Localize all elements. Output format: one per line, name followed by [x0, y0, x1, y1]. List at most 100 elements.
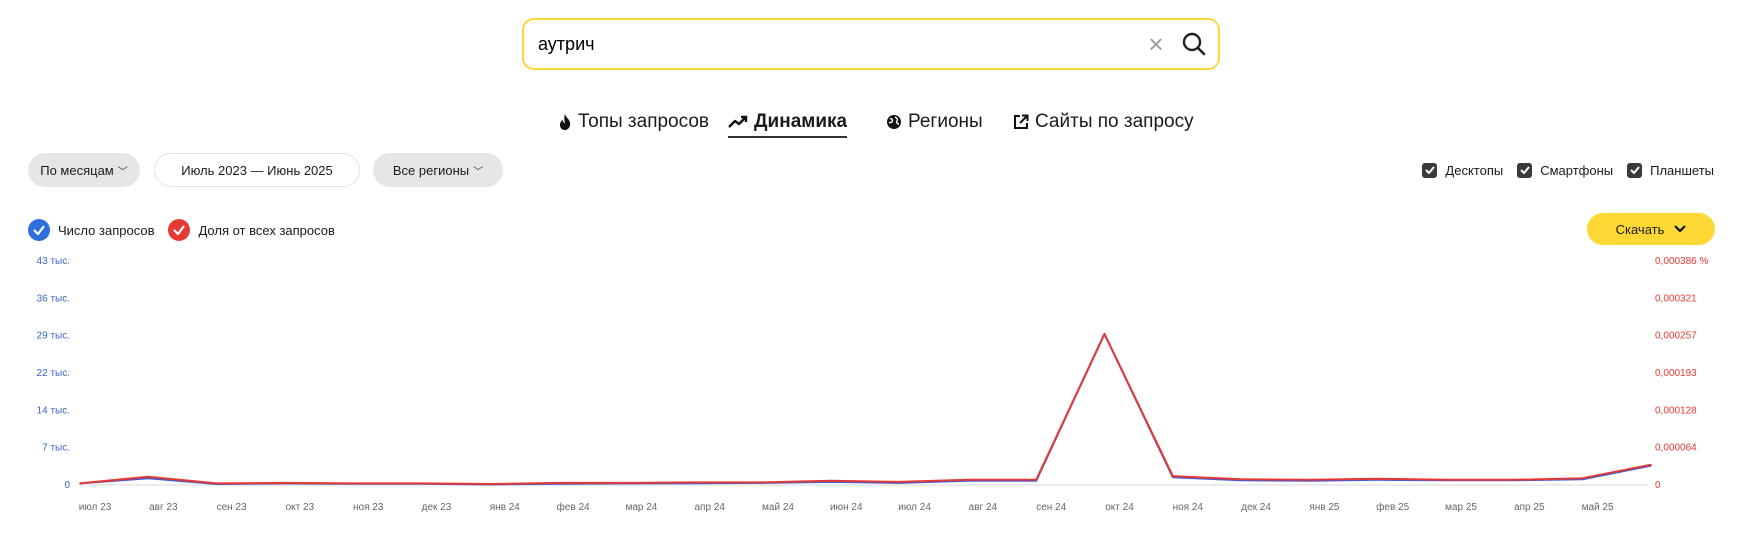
y-tick-right: 0,000193	[1655, 368, 1697, 379]
point-share	[1172, 475, 1174, 477]
y-tick-right: 0,000064	[1655, 443, 1697, 454]
tab-top-queries[interactable]: Топы запросов	[558, 108, 709, 136]
x-tick-label: дек 23	[422, 502, 452, 513]
chevron-down-icon: ﹀	[473, 166, 484, 178]
point-share	[1513, 479, 1516, 481]
download-label: Скачать	[1615, 221, 1665, 237]
tabs-bar: Топы запросов Динамика Регионы Сайты по …	[0, 108, 1744, 138]
point-share	[967, 479, 969, 481]
x-tick-label: июл 24	[898, 502, 931, 513]
point-share	[1445, 479, 1447, 481]
x-tick-label: фев 24	[557, 501, 590, 513]
checkbox-checked-icon	[1422, 162, 1438, 178]
x-tick-label: май 24	[762, 502, 794, 513]
y-tick-left: 14 тыс.	[37, 405, 70, 416]
checkbox-checked-icon	[1517, 162, 1533, 178]
y-tick-right: 0,000386 %	[1655, 256, 1708, 267]
x-tick-label: янв 24	[490, 502, 521, 513]
x-tick-label: июл 23	[79, 502, 112, 513]
date-range-label: Июль 2023 — Июнь 2025	[181, 162, 333, 178]
y-tick-left: 7 тыс.	[42, 443, 70, 454]
trend-icon	[728, 115, 748, 128]
device-smartphone-checkbox[interactable]: Смартфоны	[1517, 162, 1614, 178]
point-share	[693, 481, 696, 484]
point-share	[625, 482, 628, 484]
globe-icon	[887, 115, 901, 129]
y-tick-left: 29 тыс.	[37, 331, 70, 342]
legend-item-share[interactable]: Доля от всех запросов	[168, 219, 335, 241]
external-link-icon	[1014, 114, 1029, 129]
point-share	[898, 481, 901, 483]
device-filters: Десктопы Смартфоны Планшеты	[1422, 160, 1714, 180]
chart-legend: Число запросов Доля от всех запросов	[28, 219, 335, 241]
legend-item-queries[interactable]: Число запросов	[28, 219, 154, 241]
x-tick-label: дек 24	[1241, 502, 1271, 513]
device-label: Планшеты	[1650, 162, 1714, 178]
point-share	[284, 482, 286, 484]
point-share	[1240, 478, 1242, 481]
search-box[interactable]: ×	[522, 18, 1220, 70]
x-tick-label: ноя 23	[353, 502, 384, 513]
y-tick-right: 0	[1655, 480, 1661, 491]
chevron-down-icon: ﹀	[117, 166, 128, 178]
tab-label: Сайты по запросу	[1035, 111, 1194, 132]
y-tick-left: 43 тыс.	[37, 256, 70, 267]
point-share	[1035, 479, 1037, 481]
tab-sites[interactable]: Сайты по запросу	[1013, 108, 1194, 136]
tab-label: Динамика	[754, 111, 848, 132]
point-share	[830, 480, 833, 482]
checkbox-checked-icon	[1627, 162, 1643, 178]
period-group-label: По месяцам	[40, 162, 114, 178]
x-tick-label: май 25	[1582, 502, 1614, 513]
fire-icon	[560, 114, 571, 130]
check-icon	[168, 219, 191, 241]
search-input[interactable]	[538, 32, 1098, 56]
x-tick-label: окт 24	[1105, 502, 1134, 513]
point-share	[79, 482, 81, 485]
series-line-queries	[79, 332, 1652, 486]
x-tick-label: авг 23	[149, 502, 178, 513]
point-share	[215, 482, 218, 485]
device-desktop-checkbox[interactable]: Десктопы	[1422, 162, 1504, 178]
chevron-down-icon	[1674, 225, 1687, 233]
device-tablet-checkbox[interactable]: Планшеты	[1627, 162, 1714, 178]
close-icon[interactable]: ×	[1144, 31, 1168, 57]
tab-dynamics[interactable]: Динамика	[728, 108, 848, 138]
search-icon[interactable]	[1180, 30, 1208, 58]
y-tick-left: 0	[64, 480, 70, 491]
x-tick-label: сен 23	[217, 502, 247, 513]
point-share	[1581, 477, 1584, 479]
point-share	[147, 475, 150, 478]
series-line-share	[79, 332, 1652, 485]
legend-label: Число запросов	[58, 222, 155, 238]
y-tick-right: 0,000257	[1655, 331, 1697, 342]
device-label: Десктопы	[1445, 162, 1504, 178]
x-tick-label: мар 25	[1445, 502, 1477, 513]
point-share	[1308, 479, 1311, 481]
date-range-picker[interactable]: Июль 2023 — Июнь 2025	[154, 153, 360, 187]
x-tick-label: ноя 24	[1173, 502, 1204, 513]
period-group-select[interactable]: По месяцам ﹀	[28, 153, 140, 187]
y-tick-left: 22 тыс.	[37, 368, 70, 379]
y-tick-right: 0,000321	[1655, 293, 1697, 304]
point-share	[352, 482, 355, 485]
check-icon	[28, 219, 50, 241]
point-share	[557, 482, 559, 484]
point-share	[420, 482, 423, 485]
point-share	[489, 483, 491, 485]
x-tick-label: апр 24	[694, 502, 725, 513]
tab-regions[interactable]: Регионы	[886, 108, 983, 136]
point-share	[1650, 463, 1652, 466]
x-tick-label: апр 25	[1514, 502, 1545, 513]
point-share	[1376, 477, 1379, 480]
point-share	[1103, 333, 1106, 335]
legend-label: Доля от всех запросов	[198, 222, 335, 238]
tab-label: Регионы	[908, 111, 983, 132]
x-tick-label: фев 25	[1376, 501, 1409, 513]
device-label: Смартфоны	[1540, 162, 1614, 178]
regions-label: Все регионы	[392, 162, 470, 178]
regions-select[interactable]: Все регионы ﹀	[373, 153, 503, 187]
point-share	[762, 481, 764, 484]
x-tick-label: авг 24	[969, 502, 998, 513]
y-tick-left: 36 тыс.	[37, 293, 70, 304]
